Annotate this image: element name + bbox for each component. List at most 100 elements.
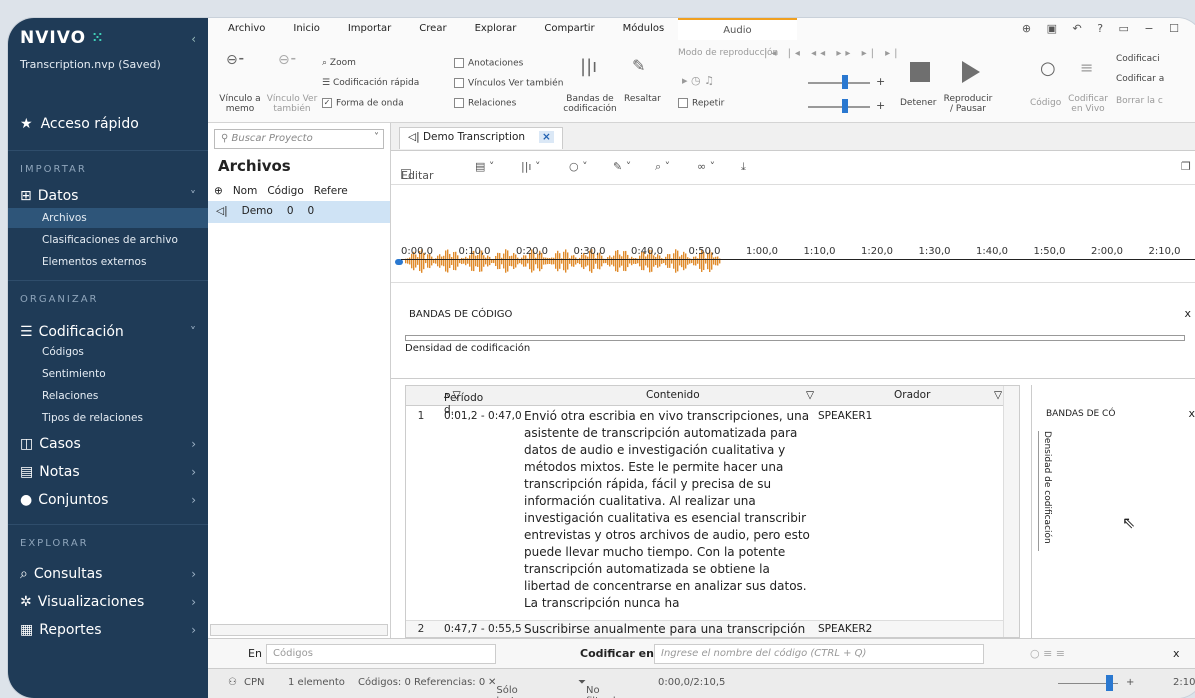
waveform-toggle[interactable]: ✓ Forma de onda bbox=[322, 98, 404, 109]
status-bar: ⚇ CPN 1 elemento Códigos: 0 Referencias:… bbox=[208, 668, 1195, 698]
code-button[interactable]: Código bbox=[1030, 98, 1061, 108]
filter-icon[interactable]: ▽ bbox=[806, 389, 814, 401]
in-codes-select[interactable]: Códigos bbox=[266, 644, 496, 664]
relations-toggle[interactable]: Relaciones bbox=[454, 98, 516, 109]
sidebar-group-codificacion[interactable]: ☰ Codificación ˅ bbox=[20, 324, 196, 340]
waveform[interactable]: 0:00,0 0:10,0 0:20,0 0:30,0 0:40,0 0:50,0 1:00… bbox=[391, 185, 1195, 283]
chevron-down-icon[interactable]: ˅ bbox=[374, 132, 379, 143]
time-tick: 0:30,0 bbox=[573, 246, 606, 257]
col-codigo[interactable]: Código bbox=[267, 185, 303, 197]
add-icon[interactable]: ⊕ bbox=[214, 185, 223, 197]
table-row[interactable]: 2 0:47,7 - 0:55,5 Suscribirse anualmente… bbox=[406, 620, 1019, 637]
sidebar-item-codigos[interactable]: Códigos bbox=[42, 346, 84, 358]
tab-audio[interactable]: Audio bbox=[678, 18, 797, 40]
stop-button[interactable]: Detener bbox=[900, 98, 936, 108]
sidebar: NVIVO ⁙ ‹ Transcription.nvp (Saved) ★ Acce… bbox=[8, 18, 208, 698]
code-name-input[interactable]: Ingrese el nombre del código (CTRL + Q) bbox=[654, 644, 984, 664]
code-live-button[interactable]: Codificar en Vivo bbox=[1068, 94, 1108, 114]
sidebar-group-casos[interactable]: ◫ Casos › bbox=[20, 436, 196, 452]
annotations-toggle[interactable]: Anotaciones bbox=[454, 58, 523, 69]
tab-explorar[interactable]: Explorar bbox=[461, 18, 531, 40]
code-to-button[interactable]: Codificar a bbox=[1116, 74, 1164, 84]
close-icon[interactable]: x bbox=[1184, 307, 1191, 320]
link-see-also-button[interactable]: Vínculo Ver también bbox=[266, 94, 318, 114]
zoom-handle[interactable] bbox=[1106, 675, 1113, 691]
window-controls[interactable]: ⊕ ▣ ↶ ? ▭ − ☐ bbox=[1022, 22, 1185, 35]
file-row[interactable]: ◁| Demo 0 0 bbox=[208, 201, 390, 223]
sidebar-group-conjuntos[interactable]: ● Conjuntos › bbox=[20, 492, 196, 508]
collapse-sidebar-icon[interactable]: ‹ bbox=[191, 32, 196, 46]
highlight-button[interactable]: Resaltar bbox=[624, 94, 661, 104]
tab-inicio[interactable]: Inicio bbox=[279, 18, 333, 40]
col-orador[interactable]: Orador bbox=[894, 389, 930, 401]
code-icon[interactable]: ○ ˅ bbox=[569, 160, 588, 173]
speed-slider[interactable] bbox=[808, 106, 870, 108]
sidebar-item-tipos[interactable]: Tipos de relaciones bbox=[42, 412, 143, 424]
tab-compartir[interactable]: Compartir bbox=[530, 18, 608, 40]
quick-access[interactable]: ★ Acceso rápido bbox=[20, 116, 139, 132]
close-tab-icon[interactable]: × bbox=[539, 131, 554, 143]
horizontal-scrollbar[interactable] bbox=[210, 624, 388, 636]
time-tick: 0:50,0 bbox=[688, 246, 721, 257]
sidebar-item-clasificaciones[interactable]: Clasificaciones de archivo bbox=[42, 234, 178, 246]
col-referencias[interactable]: Refere bbox=[314, 185, 348, 197]
col-periodo[interactable]: Período d... ▵ ▽ bbox=[444, 389, 483, 416]
tab-modulos[interactable]: Módulos bbox=[609, 18, 679, 40]
code-selection-button[interactable]: Codificaci bbox=[1116, 54, 1160, 64]
tab-archivo[interactable]: Archivo bbox=[214, 18, 279, 40]
sidebar-group-consultas[interactable]: ⌕ Consultas › bbox=[20, 566, 196, 582]
view-icon[interactable]: ▤ ˅ bbox=[475, 160, 494, 173]
quick-coding-button[interactable]: ☰ Codificación rápida bbox=[322, 78, 419, 88]
zoom-icon[interactable]: ⌕ ˅ bbox=[655, 160, 670, 174]
table-row[interactable]: 1 0:01,2 - 0:47,0 Envió otra escribia en… bbox=[406, 408, 1019, 620]
link-memo-icon: ⊖⁃ bbox=[226, 52, 245, 68]
col-contenido[interactable]: Contenido bbox=[646, 389, 700, 401]
files-header: ⊕ Nom Código Refere bbox=[214, 185, 348, 197]
sidebar-group-notas[interactable]: ▤ Notas › bbox=[20, 464, 196, 480]
sidebar-group-datos[interactable]: ⊞ Datos ˅ bbox=[20, 188, 196, 204]
vertical-scrollbar[interactable] bbox=[1003, 386, 1019, 637]
side-panel-title: BANDAS DE CÓ bbox=[1046, 409, 1116, 419]
stop-icon bbox=[910, 62, 930, 82]
col-nombre[interactable]: Nom bbox=[233, 185, 258, 197]
stripes-icon[interactable]: ||ı ˅ bbox=[521, 160, 540, 173]
link-memo-button[interactable]: Vínculo a memo bbox=[216, 94, 264, 114]
code-icons[interactable]: ○ ≡ ≡ bbox=[1030, 647, 1065, 660]
transport-controls[interactable]: |◂ |◂ ◂◂ ▸▸ ▸| ▸| bbox=[764, 48, 902, 59]
filter-icon[interactable]: ▽ bbox=[994, 389, 1002, 401]
sidebar-group-reportes[interactable]: ▦ Reportes › bbox=[20, 622, 196, 638]
panel-title: Archivos bbox=[218, 157, 291, 175]
link-icon[interactable]: ∞ ˅ bbox=[697, 160, 715, 173]
play-mode-icon[interactable]: ▸ ◷ ♫ bbox=[682, 74, 714, 87]
see-also-links-toggle[interactable]: Vínculos Ver también bbox=[454, 78, 563, 89]
uncode-button[interactable]: Borrar la c bbox=[1116, 96, 1163, 106]
tab-importar[interactable]: Importar bbox=[334, 18, 405, 40]
time-tick: 0:40,0 bbox=[631, 246, 663, 257]
tab-crear[interactable]: Crear bbox=[405, 18, 460, 40]
zoom-button[interactable]: ⌕ Zoom bbox=[322, 58, 356, 68]
sidebar-item-archivos[interactable]: Archivos bbox=[8, 208, 208, 228]
speed-handle[interactable] bbox=[842, 99, 848, 113]
close-icon[interactable]: x bbox=[1173, 647, 1180, 660]
time-status: 0:00,0/2:10,5 bbox=[658, 677, 726, 688]
sidebar-group-visualizaciones[interactable]: ✲ Visualizaciones › bbox=[20, 594, 196, 610]
close-icon[interactable]: x bbox=[1188, 407, 1195, 420]
code-bar: En Códigos Codificar en Ingrese el nombr… bbox=[208, 638, 1195, 668]
search-project-input[interactable]: ⚲ Buscar Proyecto ˅ bbox=[214, 129, 384, 149]
doc-tab-demo[interactable]: ◁| Demo Transcription × bbox=[399, 127, 563, 149]
popout-icon[interactable]: ❐ bbox=[1181, 160, 1191, 173]
highlight-icon[interactable]: ✎ ˅ bbox=[613, 160, 631, 173]
coding-stripes-button[interactable]: Bandas de codificación bbox=[562, 94, 618, 114]
sidebar-item-relaciones[interactable]: Relaciones bbox=[42, 390, 98, 402]
report-icon: ▦ bbox=[20, 622, 34, 638]
time-tick: 2:00,0 bbox=[1091, 246, 1123, 257]
sidebar-item-sentimiento[interactable]: Sentimiento bbox=[42, 368, 106, 380]
nvivo-logo: NVIVO ⁙ bbox=[20, 28, 104, 48]
sidebar-item-externos[interactable]: Elementos externos bbox=[42, 256, 146, 268]
volume-handle[interactable] bbox=[842, 75, 848, 89]
play-pause-button[interactable]: Reproducir / Pausar bbox=[942, 94, 994, 114]
files-panel: ⚲ Buscar Proyecto ˅ Archivos ⊕ Nom Código… bbox=[208, 123, 391, 638]
volume-slider[interactable] bbox=[808, 82, 870, 84]
download-icon[interactable]: ⤓ bbox=[741, 160, 746, 174]
repeat-toggle[interactable]: Repetir bbox=[678, 98, 724, 109]
